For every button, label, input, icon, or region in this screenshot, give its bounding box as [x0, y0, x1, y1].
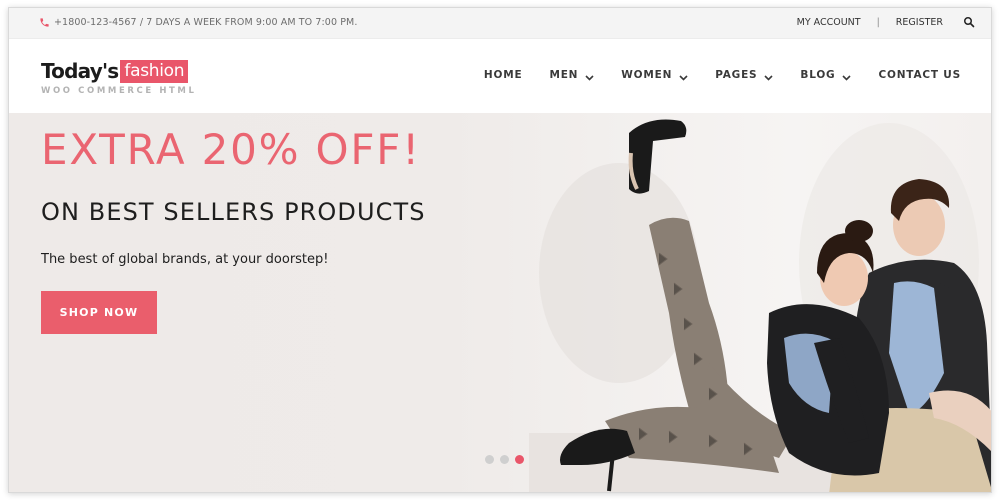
top-bar: +1800-123-4567 / 7 DAYS A WEEK FROM 9:00…	[9, 8, 991, 39]
logo-wordmark: Today's fashion	[41, 57, 197, 83]
chevron-down-icon	[764, 72, 773, 81]
nav-item-blog[interactable]: BLOG	[800, 69, 852, 81]
logo-fashion-text: fashion	[120, 60, 189, 83]
account-links: MY ACCOUNT | REGISTER	[797, 16, 975, 28]
slider-pagination	[485, 455, 530, 464]
chevron-down-icon	[679, 72, 688, 81]
nav-item-label: CONTACT US	[878, 69, 961, 81]
contact-text: +1800-123-4567 / 7 DAYS A WEEK FROM 9:00…	[54, 17, 358, 28]
link-separator: |	[876, 16, 880, 28]
nav-item-label: WOMEN	[621, 69, 673, 81]
main-nav: HOME MEN WOMEN PAGES BLOG CONTACT US	[484, 69, 961, 81]
nav-item-pages[interactable]: PAGES	[715, 69, 773, 81]
nav-item-label: MEN	[549, 69, 579, 81]
browser-frame: +1800-123-4567 / 7 DAYS A WEEK FROM 9:00…	[8, 7, 992, 493]
hero-tagline: The best of global brands, at your doors…	[41, 252, 329, 267]
logo-subtitle: WOO COMMERCE HTML	[41, 86, 197, 96]
logo-today-text: Today's	[41, 59, 119, 83]
nav-item-label: BLOG	[800, 69, 836, 81]
shop-now-button[interactable]: SHOP NOW	[41, 291, 157, 334]
my-account-link[interactable]: MY ACCOUNT	[797, 17, 861, 28]
slider-dot-1[interactable]	[485, 455, 494, 464]
chevron-down-icon	[842, 72, 852, 81]
contact-info: +1800-123-4567 / 7 DAYS A WEEK FROM 9:00…	[39, 17, 357, 28]
site-logo[interactable]: Today's fashion WOO COMMERCE HTML	[41, 57, 197, 96]
phone-icon	[39, 17, 50, 28]
hero-slider: EXTRA 20% OFF! ON BEST SELLERS PRODUCTS …	[9, 113, 991, 492]
search-icon[interactable]	[963, 16, 975, 28]
nav-item-women[interactable]: WOMEN	[621, 69, 688, 81]
nav-item-contact-us[interactable]: CONTACT US	[878, 69, 961, 81]
chevron-down-icon	[585, 72, 594, 81]
nav-item-home[interactable]: HOME	[484, 69, 523, 81]
site-header: Today's fashion WOO COMMERCE HTML HOME M…	[9, 39, 991, 113]
slider-dot-2[interactable]	[500, 455, 509, 464]
nav-item-men[interactable]: MEN	[549, 69, 594, 81]
nav-item-label: HOME	[483, 69, 523, 81]
hero-subheadline: ON BEST SELLERS PRODUCTS	[41, 198, 426, 226]
slider-dot-3-active[interactable]	[515, 455, 524, 464]
register-link[interactable]: REGISTER	[896, 17, 943, 28]
nav-item-label: PAGES	[715, 69, 758, 81]
hero-headline: EXTRA 20% OFF!	[41, 125, 421, 174]
